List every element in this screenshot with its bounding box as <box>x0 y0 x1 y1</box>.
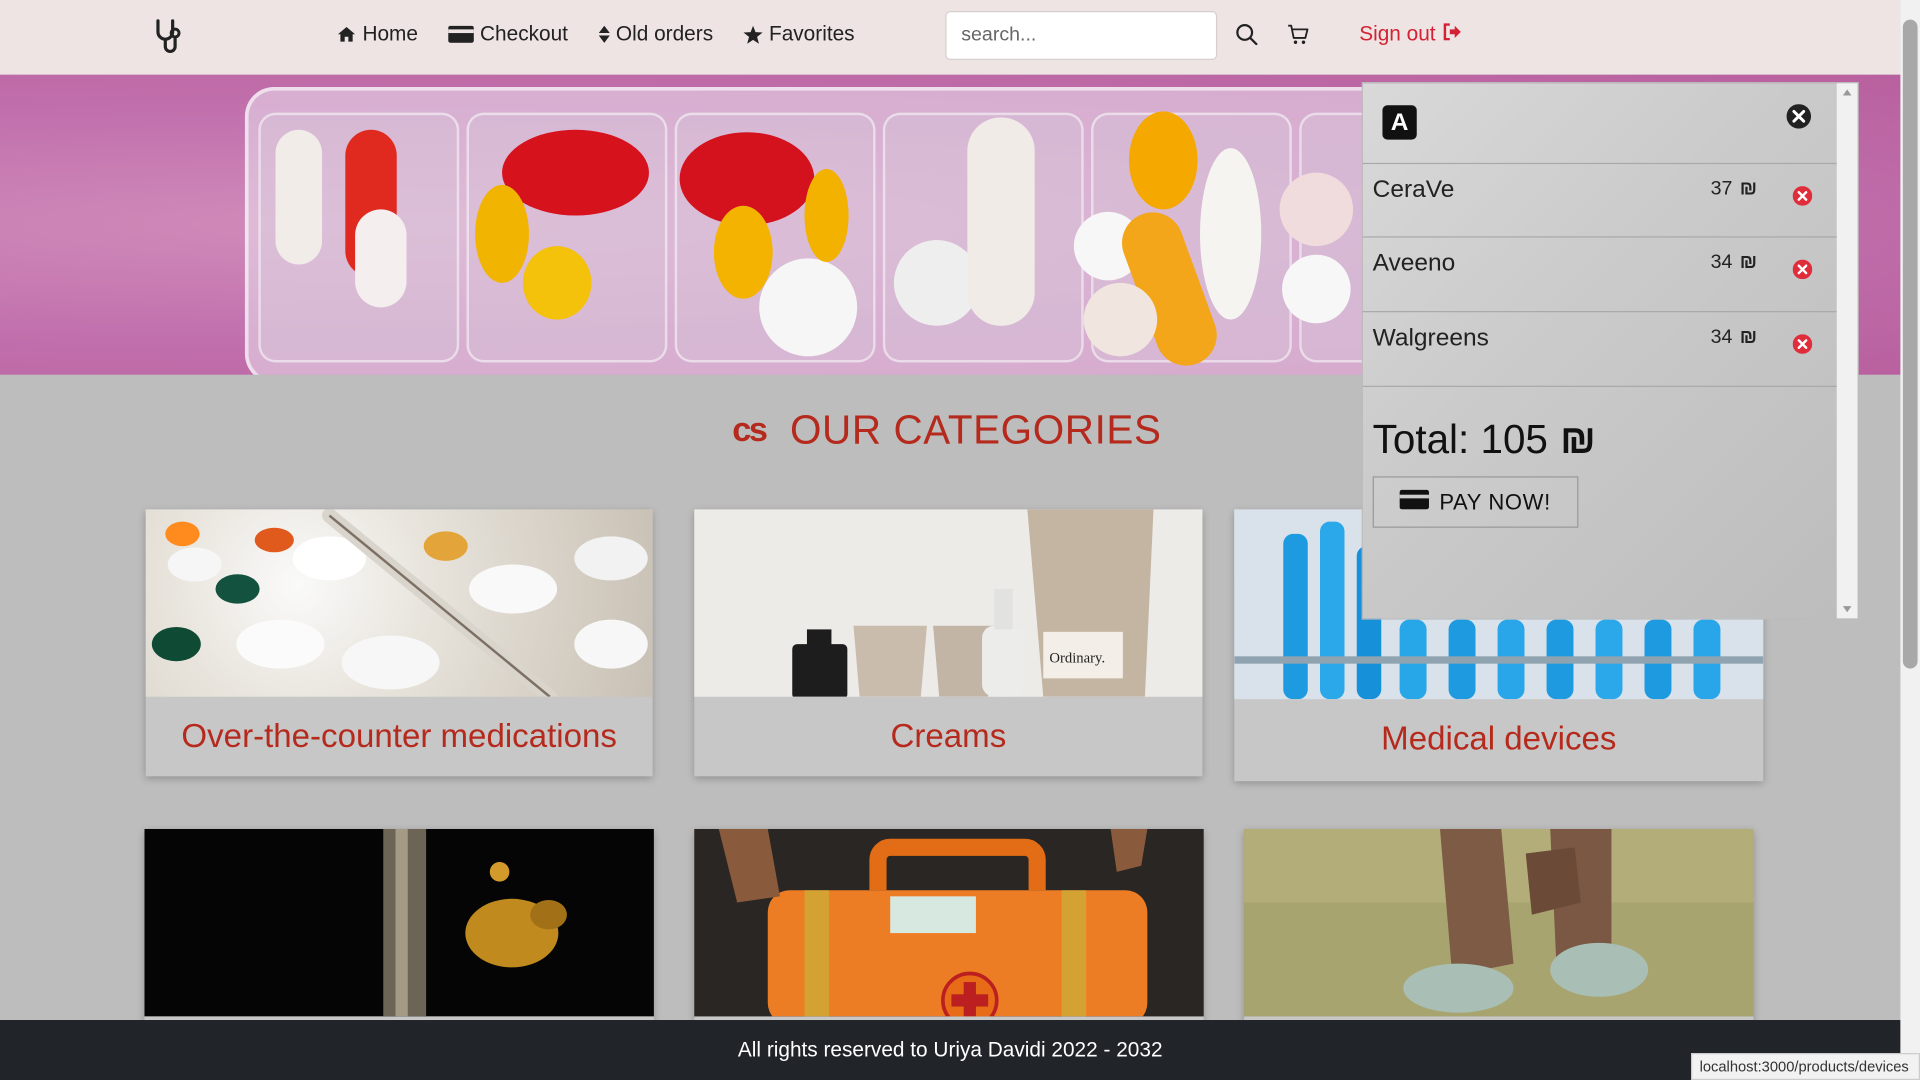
cart-item-name: CeraVe <box>1372 176 1455 204</box>
star-icon <box>743 25 763 44</box>
credit-card-icon <box>1400 489 1430 515</box>
status-bar-url: localhost:3000/products/devices <box>1691 1053 1920 1080</box>
stethoscope-icon[interactable] <box>152 17 186 54</box>
category-image-otc <box>145 509 653 697</box>
cart-item: Walgreens 34 ₪ <box>1362 311 1838 387</box>
shekel-icon: ₪ <box>1739 326 1758 348</box>
nav-home[interactable]: Home <box>337 22 418 46</box>
nav-favorites[interactable]: Favorites <box>743 22 855 46</box>
cart-total: Total: 105 ₪ <box>1373 416 1596 463</box>
nav-old-orders-label: Old orders <box>615 22 714 46</box>
cart-item-name: Walgreens <box>1372 324 1489 352</box>
cart-item: Aveeno 34 ₪ <box>1362 236 1838 311</box>
close-circle-icon[interactable] <box>1786 104 1812 135</box>
cream-bottles-image: Ordinary. <box>792 509 1154 697</box>
cart-item-name: Aveeno <box>1372 249 1456 277</box>
cart-scrollbar[interactable] <box>1836 83 1858 619</box>
cart-item-price: 34 ₪ <box>1710 326 1758 348</box>
pills-thermometer-image <box>151 509 648 697</box>
category-image-pain <box>1244 828 1754 1017</box>
category-label: Creams <box>890 717 1007 755</box>
category-card-creams[interactable]: Ordinary. Creams <box>694 509 1203 777</box>
footer-text: All rights reserved to Uriya Davidi 2022… <box>737 1038 1163 1062</box>
cart-icon[interactable] <box>1287 23 1309 51</box>
categories-heading: cs OUR CATEGORIES <box>732 407 1161 454</box>
remove-icon[interactable] <box>1792 259 1813 286</box>
category-card-insect[interactable] <box>144 828 654 1025</box>
first-aid-kit-image <box>694 828 1204 1017</box>
category-card-first-aid[interactable] <box>694 828 1204 1025</box>
cart-item-price: 34 ₪ <box>1710 252 1758 274</box>
cart-item: CeraVe 37 ₪ <box>1362 162 1838 238</box>
nav-home-label: Home <box>362 22 418 46</box>
cart-total-label: Total: 105 <box>1372 416 1548 462</box>
nav-old-orders[interactable]: Old orders <box>598 22 714 46</box>
cart-scrollbar-arrows <box>1842 89 1852 613</box>
remove-icon[interactable] <box>1792 334 1813 360</box>
page-scrollbar-thumb[interactable] <box>1902 19 1918 669</box>
category-card-pain[interactable] <box>1244 828 1754 1025</box>
category-card-otc[interactable]: Over-the-counter medications <box>145 509 653 777</box>
lastfm-icon: cs <box>732 410 768 449</box>
page-scrollbar[interactable] <box>1900 0 1920 1080</box>
pay-now-button[interactable]: PAY NOW! <box>1372 476 1579 528</box>
nav-checkout-label: Checkout <box>480 22 568 46</box>
pay-now-label: PAY NOW! <box>1439 489 1551 514</box>
category-image-creams: Ordinary. <box>694 509 1203 697</box>
shekel-icon: ₪ <box>1739 178 1758 200</box>
cart-item-price: 37 ₪ <box>1710 178 1758 200</box>
app-root: Home Checkout Old orders Favorites Sign … <box>0 0 1920 1080</box>
category-image-insect <box>144 828 654 1017</box>
sort-icon <box>598 25 610 43</box>
nav-favorites-label: Favorites <box>768 22 855 46</box>
remove-icon[interactable] <box>1792 186 1813 212</box>
credit-card-icon <box>448 25 474 43</box>
search-icon[interactable] <box>1236 23 1258 51</box>
nav-checkout[interactable]: Checkout <box>448 22 568 46</box>
svg-text:Ordinary.: Ordinary. <box>1049 650 1105 666</box>
shekel-icon: ₪ <box>1560 416 1596 462</box>
category-image-first-aid <box>694 828 1204 1017</box>
leg-pain-image <box>1244 828 1754 1017</box>
category-label: Medical devices <box>1381 720 1617 757</box>
navbar: Home Checkout Old orders Favorites Sign … <box>0 0 1901 75</box>
sign-out-label: Sign out <box>1359 22 1436 46</box>
mosquito-image <box>383 828 567 1017</box>
categories-title: OUR CATEGORIES <box>789 406 1162 452</box>
footer: All rights reserved to Uriya Davidi 2022… <box>0 1020 1901 1080</box>
category-label: Over-the-counter medications <box>181 717 617 755</box>
sign-out-link[interactable]: Sign out <box>1359 22 1462 46</box>
brand-logo-icon: A <box>1382 105 1417 140</box>
cart-panel: A CeraVe 37 ₪ Aveeno 34 ₪ Walgreens 34 ₪… <box>1361 82 1859 620</box>
sign-out-icon <box>1443 22 1463 46</box>
search-input[interactable] <box>945 11 1218 61</box>
shekel-icon: ₪ <box>1739 252 1758 274</box>
home-icon <box>337 26 357 43</box>
